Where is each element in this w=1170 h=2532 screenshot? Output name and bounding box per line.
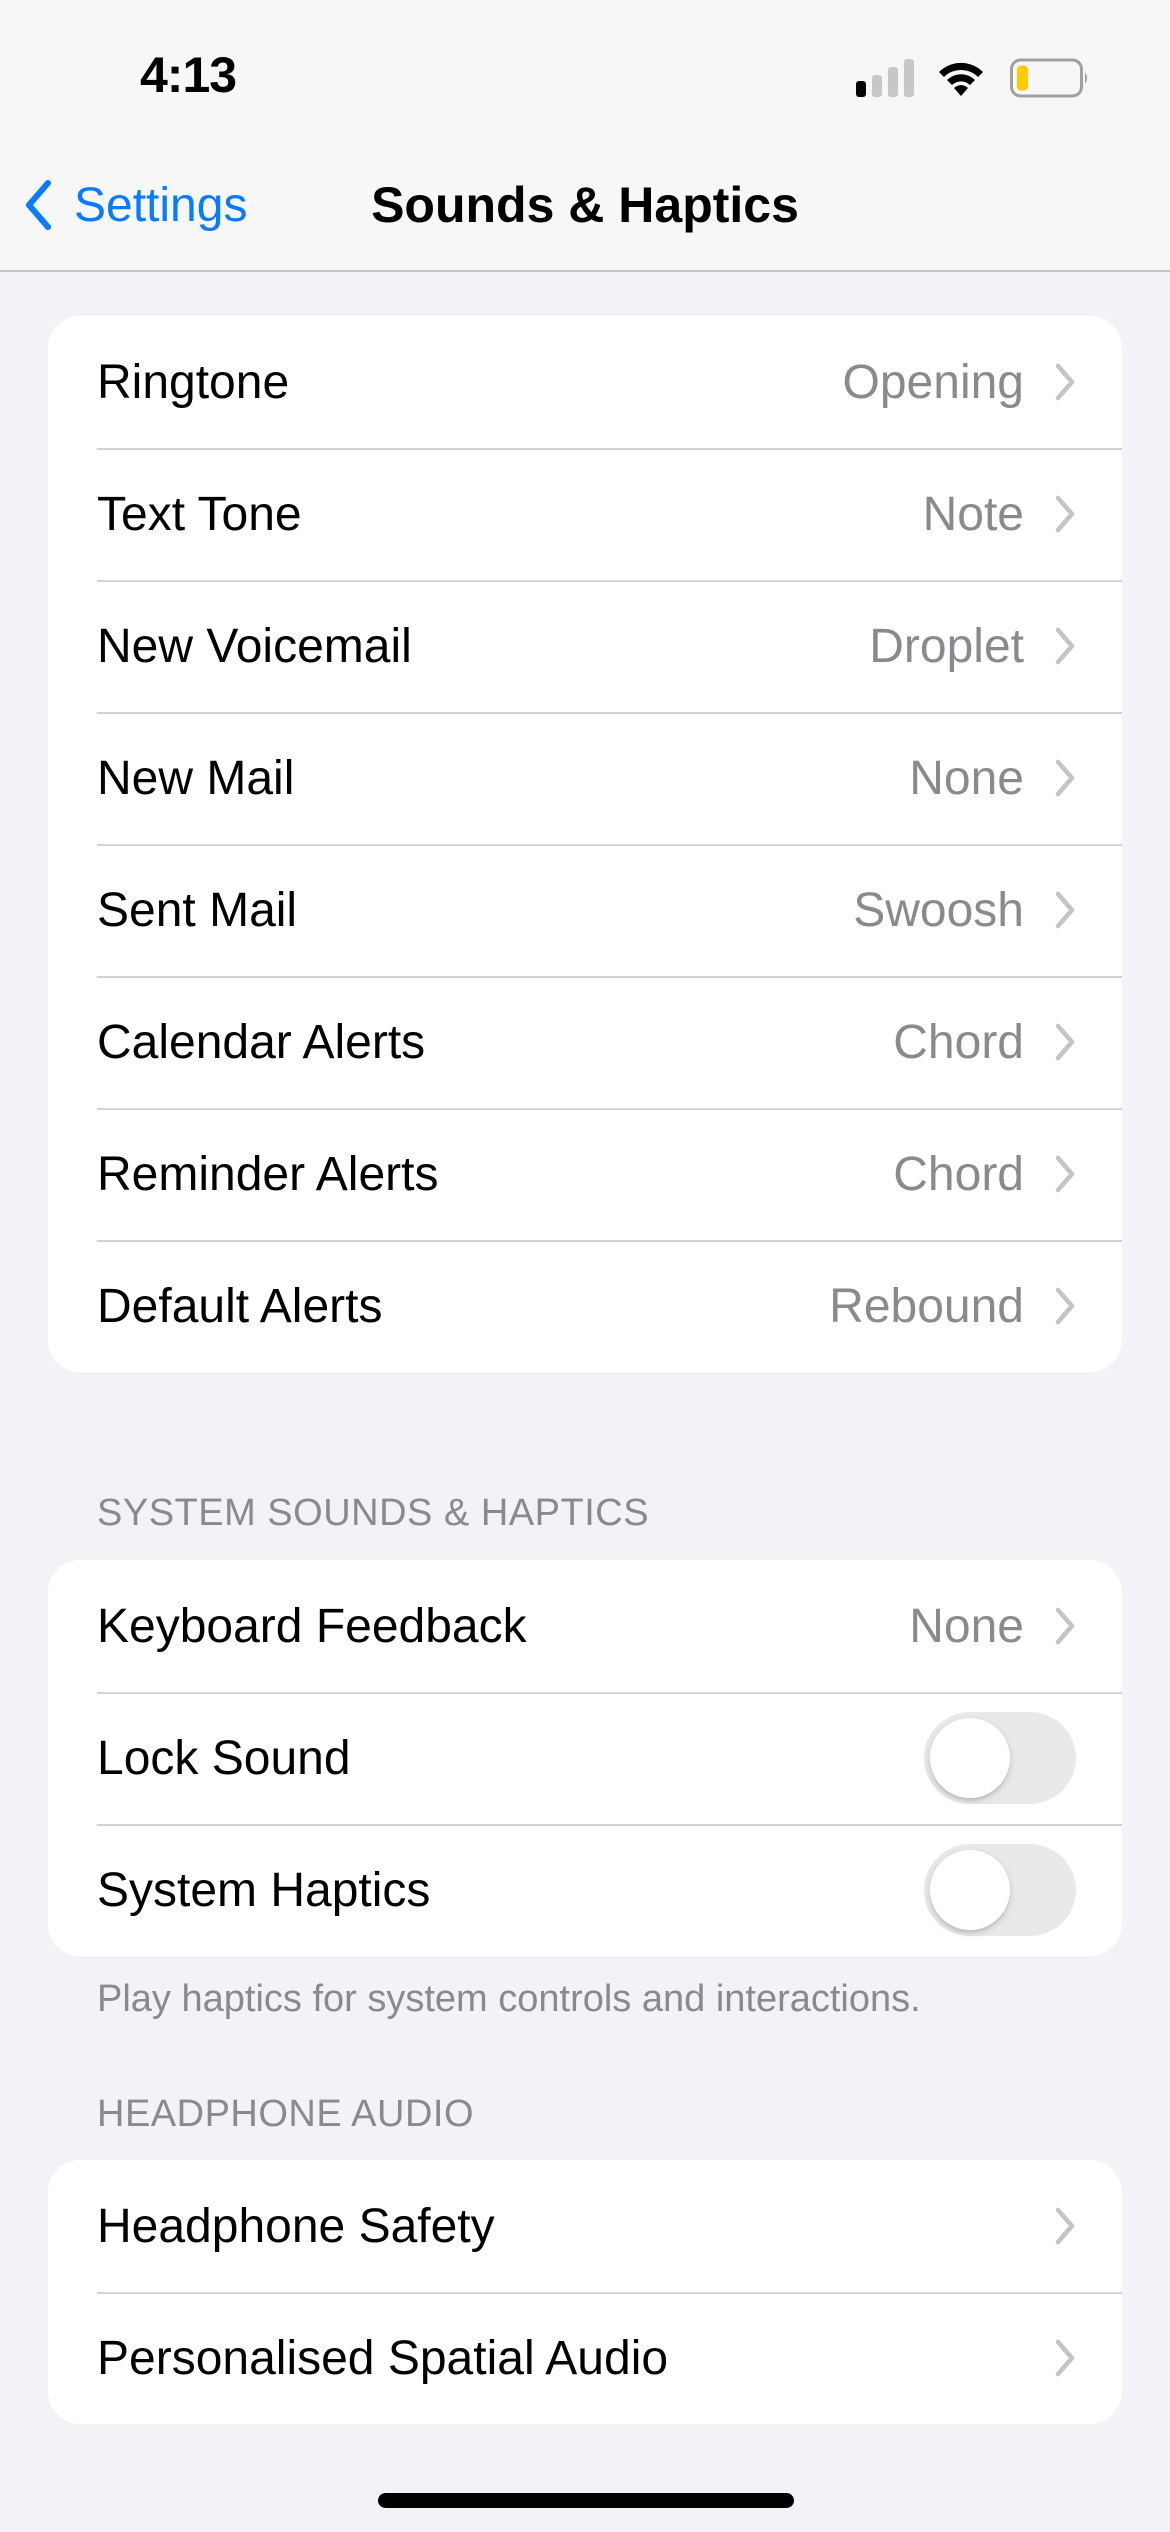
toggle-knob	[930, 1718, 1010, 1798]
battery-icon	[1010, 58, 1087, 98]
navigation-bar: Sounds & Haptics Settings	[0, 150, 1170, 272]
row-label: Default Alerts	[97, 1279, 383, 1333]
section-header-headphone: HEADPHONE AUDIO	[97, 2093, 475, 2135]
sound-row-sent-mail[interactable]: Sent Mail Swoosh	[48, 844, 1122, 976]
status-time: 4:13	[140, 47, 237, 103]
sound-row-reminder-alerts[interactable]: Reminder Alerts Chord	[48, 1108, 1122, 1240]
row-value: None	[909, 751, 1024, 805]
row-label: New Mail	[97, 751, 295, 805]
chevron-right-icon	[1055, 363, 1075, 401]
row-label: Calendar Alerts	[97, 1015, 426, 1069]
row-label: Keyboard Feedback	[97, 1599, 527, 1653]
keyboard-feedback-row[interactable]: Keyboard Feedback None	[48, 1560, 1122, 1692]
row-value: Chord	[893, 1015, 1024, 1069]
chevron-right-icon	[1055, 1607, 1075, 1645]
sound-row-new-voicemail[interactable]: New Voicemail Droplet	[48, 580, 1122, 712]
sound-row-default-alerts[interactable]: Default Alerts Rebound	[48, 1240, 1122, 1372]
headphone-audio-group: Headphone Safety Personalised Spatial Aud…	[48, 2160, 1122, 2424]
system-sounds-group: Keyboard Feedback None Lock Sound System…	[48, 1560, 1122, 1956]
row-value: Note	[922, 487, 1024, 541]
row-label: Personalised Spatial Audio	[97, 2331, 669, 2385]
section-header-system: SYSTEM SOUNDS & HAPTICS	[97, 1492, 650, 1534]
sound-row-text-tone[interactable]: Text Tone Note	[48, 448, 1122, 580]
chevron-right-icon	[1055, 2339, 1075, 2377]
sound-patterns-group: Ringtone Opening Text Tone Note New Voicemai…	[48, 316, 1122, 1372]
system-haptics-toggle[interactable]	[924, 1844, 1076, 1936]
chevron-right-icon	[1055, 891, 1075, 929]
row-label: Reminder Alerts	[97, 1147, 439, 1201]
chevron-right-icon	[1055, 1155, 1075, 1193]
row-label: Headphone Safety	[97, 2199, 495, 2253]
row-label: Text Tone	[97, 487, 302, 541]
row-label: Lock Sound	[97, 1731, 351, 1785]
sound-row-calendar-alerts[interactable]: Calendar Alerts Chord	[48, 976, 1122, 1108]
chevron-right-icon	[1055, 2207, 1075, 2245]
row-label: New Voicemail	[97, 619, 412, 673]
wifi-icon	[939, 62, 983, 96]
headphone-row-personalised-spatial-audio[interactable]: Personalised Spatial Audio	[48, 2292, 1122, 2424]
back-button[interactable]: Settings	[24, 175, 247, 235]
sound-row-new-mail[interactable]: New Mail None	[48, 712, 1122, 844]
headphone-row-headphone-safety[interactable]: Headphone Safety	[48, 2160, 1122, 2292]
row-value: Rebound	[829, 1279, 1024, 1333]
status-bar: 4:13	[0, 0, 1170, 150]
chevron-right-icon	[1055, 1023, 1075, 1061]
chevron-left-icon	[26, 180, 51, 230]
system-haptics-footer: Play haptics for system controls and int…	[97, 1978, 921, 2020]
row-value: None	[909, 1599, 1024, 1653]
row-label: Sent Mail	[97, 883, 298, 937]
row-label: Ringtone	[97, 355, 290, 409]
row-value: Chord	[893, 1147, 1024, 1201]
chevron-right-icon	[1055, 627, 1075, 665]
toggle-knob	[930, 1850, 1010, 1930]
chevron-right-icon	[1055, 1287, 1075, 1325]
row-label: System Haptics	[97, 1863, 431, 1917]
chevron-right-icon	[1055, 759, 1075, 797]
row-value: Opening	[842, 355, 1024, 409]
lock-sound-toggle[interactable]	[924, 1712, 1076, 1804]
row-value: Droplet	[869, 619, 1024, 673]
system-haptics-row: System Haptics	[48, 1824, 1122, 1956]
home-indicator[interactable]	[378, 2493, 794, 2508]
sound-row-ringtone[interactable]: Ringtone Opening	[48, 316, 1122, 448]
cellular-signal-icon	[856, 59, 916, 97]
chevron-right-icon	[1055, 495, 1075, 533]
row-value: Swoosh	[853, 883, 1024, 937]
battery-level	[1017, 65, 1028, 91]
back-button-label: Settings	[74, 178, 248, 232]
lock-sound-row: Lock Sound	[48, 1692, 1122, 1824]
